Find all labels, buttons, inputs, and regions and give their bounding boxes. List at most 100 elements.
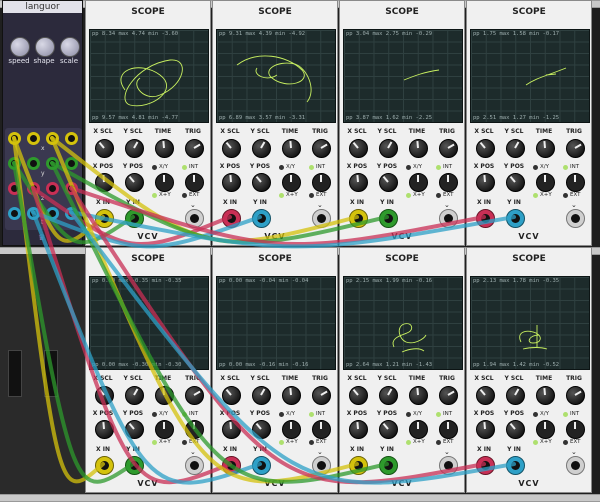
x-scale-knob[interactable] [222,139,241,158]
y-position-knob[interactable] [125,173,144,192]
output-jack[interactable] [8,207,21,220]
x-position-knob[interactable] [222,420,241,439]
scope-module[interactable]: SCOPE pp 0.00 max -0.35 min -0.35 pp 0.0… [85,247,211,493]
y-position-knob[interactable] [252,173,271,192]
output-jack[interactable] [65,207,78,220]
y-position-knob[interactable] [379,173,398,192]
external-trigger-jack[interactable] [312,456,331,475]
output-jack[interactable] [65,182,78,195]
x-scale-knob[interactable] [95,139,114,158]
x-scale-knob[interactable] [476,139,495,158]
x-input-jack[interactable] [349,209,368,228]
time-knob[interactable] [536,386,555,405]
y-input-jack[interactable] [506,456,525,475]
x-input-jack[interactable] [476,456,495,475]
trigger-knob[interactable] [566,139,585,158]
trigger-source-button[interactable] [185,173,204,192]
external-trigger-jack[interactable] [566,209,585,228]
time-knob[interactable] [155,386,174,405]
output-jack[interactable] [46,182,59,195]
trigger-source-button[interactable] [566,173,585,192]
shape-knob[interactable] [35,37,55,57]
trigger-source-button[interactable] [566,420,585,439]
x-input-jack[interactable] [349,456,368,475]
y-scale-knob[interactable] [506,386,525,405]
y-scale-knob[interactable] [506,139,525,158]
trigger-knob[interactable] [185,386,204,405]
output-jack[interactable] [8,182,21,195]
trigger-knob[interactable] [439,139,458,158]
x-scale-knob[interactable] [349,139,368,158]
scope-module[interactable]: SCOPE pp 0.00 max -0.04 min -0.04 pp 0.0… [212,247,338,493]
external-trigger-jack[interactable] [185,209,204,228]
x-input-jack[interactable] [95,456,114,475]
scope-module[interactable]: SCOPE pp 8.34 max 4.74 min -3.60 pp 9.57… [85,0,211,246]
y-position-knob[interactable] [379,420,398,439]
y-scale-knob[interactable] [125,386,144,405]
trigger-knob[interactable] [185,139,204,158]
display-mode-button[interactable] [155,173,174,192]
y-scale-knob[interactable] [125,139,144,158]
display-mode-button[interactable] [409,173,428,192]
scope-module[interactable]: SCOPE pp 2.15 max 1.99 min -0.16 pp 2.64… [339,247,465,493]
x-input-jack[interactable] [222,456,241,475]
time-knob[interactable] [536,139,555,158]
x-input-jack[interactable] [222,209,241,228]
x-scale-knob[interactable] [222,386,241,405]
x-scale-knob[interactable] [95,386,114,405]
display-mode-button[interactable] [155,420,174,439]
time-knob[interactable] [409,139,428,158]
output-jack[interactable] [65,132,78,145]
y-input-jack[interactable] [506,209,525,228]
time-knob[interactable] [282,139,301,158]
time-knob[interactable] [409,386,428,405]
y-scale-knob[interactable] [379,386,398,405]
output-jack[interactable] [46,207,59,220]
y-scale-knob[interactable] [379,139,398,158]
y-scale-knob[interactable] [252,386,271,405]
scope-module[interactable]: SCOPE pp 9.31 max 4.39 min -4.92 pp 6.89… [212,0,338,246]
y-scale-knob[interactable] [252,139,271,158]
y-input-jack[interactable] [379,209,398,228]
y-position-knob[interactable] [252,420,271,439]
trigger-knob[interactable] [566,386,585,405]
output-jack[interactable] [8,132,21,145]
x-position-knob[interactable] [95,420,114,439]
output-jack[interactable] [27,207,40,220]
x-input-jack[interactable] [95,209,114,228]
x-position-knob[interactable] [476,420,495,439]
y-input-jack[interactable] [379,456,398,475]
external-trigger-jack[interactable] [566,456,585,475]
y-input-jack[interactable] [125,209,144,228]
output-jack[interactable] [27,157,40,170]
trigger-knob[interactable] [312,386,331,405]
display-mode-button[interactable] [409,420,428,439]
scope-module[interactable]: SCOPE pp 3.04 max 2.75 min -0.29 pp 3.87… [339,0,465,246]
output-jack[interactable] [46,157,59,170]
time-knob[interactable] [282,386,301,405]
output-jack[interactable] [46,132,59,145]
display-mode-button[interactable] [536,420,555,439]
trigger-source-button[interactable] [439,420,458,439]
x-position-knob[interactable] [476,173,495,192]
trigger-source-button[interactable] [312,420,331,439]
trigger-source-button[interactable] [439,173,458,192]
trigger-knob[interactable] [312,139,331,158]
external-trigger-jack[interactable] [312,209,331,228]
trigger-source-button[interactable] [185,420,204,439]
external-trigger-jack[interactable] [439,456,458,475]
x-position-knob[interactable] [349,173,368,192]
speed-knob[interactable] [10,37,30,57]
x-scale-knob[interactable] [349,386,368,405]
display-mode-button[interactable] [282,420,301,439]
output-jack[interactable] [27,132,40,145]
scope-module[interactable]: SCOPE pp 2.13 max 1.78 min -0.35 pp 1.94… [466,247,592,493]
y-input-jack[interactable] [125,456,144,475]
output-jack[interactable] [65,157,78,170]
y-input-jack[interactable] [252,456,271,475]
trigger-source-button[interactable] [312,173,331,192]
trigger-knob[interactable] [439,386,458,405]
x-position-knob[interactable] [222,173,241,192]
x-position-knob[interactable] [349,420,368,439]
x-input-jack[interactable] [476,209,495,228]
